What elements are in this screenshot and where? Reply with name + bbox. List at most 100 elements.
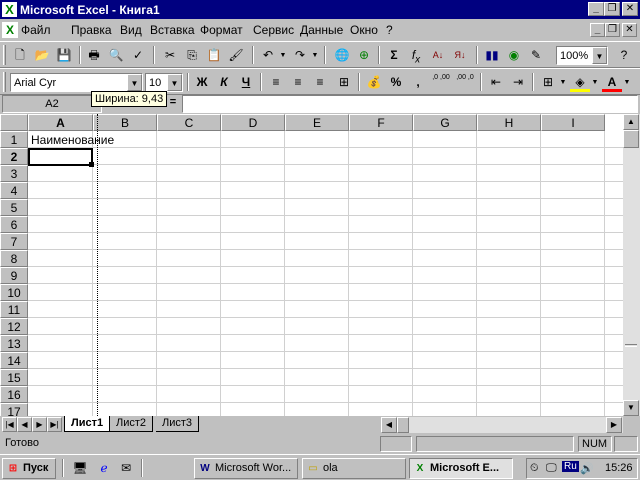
column-header-a[interactable]: A [28,114,93,131]
internet-explorer-icon[interactable]: ℯ [94,459,114,478]
menu-file[interactable]: Файл [21,23,51,37]
menu-insert[interactable]: Вставка [150,23,195,37]
prev-sheet-icon[interactable]: ◀ [17,417,32,432]
decrease-indent-icon[interactable]: ⇤ [486,73,506,92]
chevron-down-icon[interactable]: ▼ [167,74,182,91]
copy-icon[interactable]: ⎘ [182,46,202,65]
format-painter-icon[interactable]: 🖌 [226,46,246,65]
bold-button[interactable]: Ж [192,73,212,92]
map-icon[interactable]: ◉ [504,46,524,65]
align-left-icon[interactable]: ≡ [266,73,286,92]
column-header-c[interactable]: C [157,114,221,131]
column-header-i[interactable]: I [541,114,605,131]
task-excel[interactable]: X Microsoft E... [409,458,513,479]
sheet-tab-2[interactable]: Лист2 [110,416,154,432]
row-header-7[interactable]: 7 [0,233,28,250]
maximize-button[interactable]: ❐ [604,2,620,16]
row-header-17[interactable]: 17 [0,403,28,416]
scroll-up-icon[interactable]: ▲ [623,114,639,130]
column-header-f[interactable]: F [349,114,413,131]
function-icon[interactable]: fx [406,46,426,65]
percent-button[interactable]: % [386,73,406,92]
menu-view[interactable]: Вид [120,23,142,37]
scroll-right-icon[interactable]: ▶ [606,417,622,433]
desktop-icon[interactable]: 🖥 [70,459,90,478]
align-center-icon[interactable]: ≡ [288,73,308,92]
excel-icon[interactable]: X [2,2,17,17]
menu-tools[interactable]: Сервис [253,23,294,37]
print-icon[interactable]: 🖶 [84,46,104,65]
align-right-icon[interactable]: ≡ [310,73,330,92]
scroll-down-icon[interactable]: ▼ [623,400,639,416]
cut-icon[interactable]: ✂ [160,46,180,65]
redo-dropdown-icon[interactable]: ▼ [310,46,320,65]
toolbar-grip[interactable] [3,72,6,92]
split-box[interactable] [625,344,637,347]
column-header-e[interactable]: E [285,114,349,131]
column-header-g[interactable]: G [413,114,477,131]
borders-dropdown-icon[interactable]: ▼ [558,73,568,92]
font-size-select[interactable]: 10 ▼ [145,73,183,92]
decrease-decimal-button[interactable]: ,00 ,0 [454,73,476,92]
menu-help[interactable]: ? [386,23,393,37]
font-select[interactable]: Arial Cyr ▼ [10,73,143,92]
redo-icon[interactable]: ↷ [290,46,310,65]
row-header-2[interactable]: 2 [0,148,28,165]
drawing-icon[interactable]: ✎ [526,46,546,65]
cell-a1[interactable]: Наименование [31,133,114,147]
worksheet-grid[interactable]: ABCDEFGHI 1 2 3 4 5 6 7 8 9 10 11 12 13 14 15 16 17 Наим… [0,114,623,416]
sort-ascending-icon[interactable]: A↓ [428,46,448,65]
next-sheet-icon[interactable]: ▶ [32,417,47,432]
zoom-select[interactable]: 100% ▼ [556,46,608,65]
fill-color-icon[interactable]: ◈ [570,73,590,92]
scroll-left-icon[interactable]: ◀ [381,417,397,433]
currency-icon[interactable]: 💰 [364,73,384,92]
borders-icon[interactable]: ⊞ [538,73,558,92]
edit-formula-button[interactable]: = [166,96,180,112]
menu-format[interactable]: Формат [200,23,243,37]
row-header-11[interactable]: 11 [0,301,28,318]
row-header-1[interactable]: 1 [0,131,28,148]
doc-minimize-button[interactable]: _ [590,23,605,37]
undo-icon[interactable]: ↶ [258,46,278,65]
first-sheet-icon[interactable]: |◀ [2,417,17,432]
sheet-tab-3[interactable]: Лист3 [156,416,200,432]
print-preview-icon[interactable]: 🔍 [106,46,126,65]
autosum-icon[interactable]: Σ [384,46,404,65]
minimize-button[interactable]: _ [588,2,604,16]
row-header-4[interactable]: 4 [0,182,28,199]
row-header-13[interactable]: 13 [0,335,28,352]
web-toolbar-icon[interactable]: ⊕ [354,46,374,65]
menu-edit[interactable]: Правка [71,23,112,37]
row-header-14[interactable]: 14 [0,352,28,369]
language-indicator[interactable]: Ru [562,461,579,472]
document-icon[interactable]: X [2,22,18,38]
menu-data[interactable]: Данные [300,23,343,37]
comma-button[interactable]: , [408,73,428,92]
active-cell-a2[interactable] [28,148,93,166]
save-icon[interactable]: 💾 [54,46,74,65]
office-assistant-icon[interactable]: ? [614,46,634,65]
task-word[interactable]: W Microsoft Wor... [194,458,298,479]
increase-decimal-button[interactable]: ,0 ,00 [430,73,452,92]
column-header-b[interactable]: B [93,114,157,131]
row-header-3[interactable]: 3 [0,165,28,182]
outlook-express-icon[interactable]: ✉ [116,459,136,478]
row-header-5[interactable]: 5 [0,199,28,216]
increase-indent-icon[interactable]: ⇥ [508,73,528,92]
merge-center-icon[interactable]: ⊞ [334,73,354,92]
close-button[interactable]: ✕ [622,2,638,16]
undo-dropdown-icon[interactable]: ▼ [278,46,288,65]
horizontal-scroll-thumb[interactable] [397,417,409,433]
row-header-15[interactable]: 15 [0,369,28,386]
open-icon[interactable]: 📂 [32,46,52,65]
font-color-icon[interactable]: A [602,73,622,92]
volume-icon[interactable]: 🔊 [580,462,594,475]
italic-button[interactable]: К [214,73,234,92]
chevron-down-icon[interactable]: ▼ [592,47,607,64]
monitor-icon[interactable]: 🖵 [546,462,557,475]
fill-handle[interactable] [89,162,94,167]
vertical-scroll-thumb[interactable] [623,130,639,148]
clock[interactable]: 15:26 [605,462,633,474]
chevron-down-icon[interactable]: ▼ [127,74,142,91]
